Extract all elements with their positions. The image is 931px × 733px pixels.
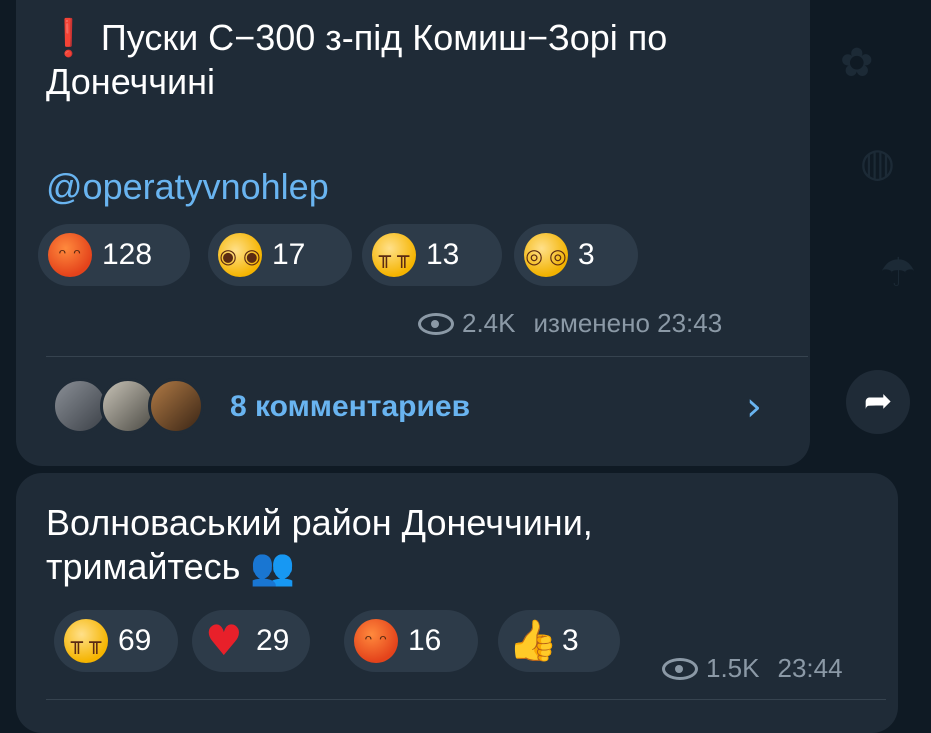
angry-face-icon: ᵔ ᵔ <box>354 619 398 663</box>
background-doodle: ◍ <box>860 140 895 186</box>
view-count: 1.5K <box>706 653 760 683</box>
reaction-count: 29 <box>256 624 290 657</box>
reaction-count: 3 <box>578 238 595 271</box>
reaction-count: 13 <box>426 238 460 271</box>
message-bubble[interactable]: Волноваський район Донеччини, тримайтесь… <box>16 473 898 733</box>
background-doodle: ✿ <box>840 40 874 86</box>
background-doodle: ☂ <box>880 250 916 296</box>
divider <box>46 699 886 700</box>
exploding-head-icon: ◉ ◉ <box>218 233 262 277</box>
message-meta: 2.4K изменено 23:43 <box>418 308 722 339</box>
crying-face-icon: ╥ ╥ <box>372 233 416 277</box>
reaction-screaming[interactable]: ◎ ◎ 3 <box>514 224 638 286</box>
reaction-count: 17 <box>272 238 306 271</box>
eye-icon <box>418 312 454 335</box>
timestamp: 23:44 <box>777 653 843 683</box>
reaction-count: 69 <box>118 624 152 657</box>
reaction-count: 16 <box>408 624 442 657</box>
message-bubble[interactable]: ❗ Пуски С−300 з-під Комиш−Зорі по Донечч… <box>16 0 810 466</box>
reaction-exploding-head[interactable]: ◉ ◉ 17 <box>208 224 352 286</box>
message-text-line: тримайтесь <box>46 546 241 587</box>
message-text-line: Донеччині <box>46 61 216 102</box>
reaction-thumbs-up[interactable]: 👍 3 <box>498 610 620 672</box>
edited-timestamp: изменено 23:43 <box>533 308 723 338</box>
people-hugging-icon: 👥 <box>250 547 296 588</box>
avatar <box>148 378 204 434</box>
message-text: Волноваський район Донеччини, тримайтесь… <box>46 501 593 590</box>
reaction-angry[interactable]: ᵔ ᵔ 128 <box>38 224 190 286</box>
reaction-count: 3 <box>562 624 579 657</box>
reaction-crying[interactable]: ╥ ╥ 69 <box>54 610 178 672</box>
message-text-line: Пуски С−300 з-під Комиш−Зорі по <box>100 17 668 58</box>
divider <box>46 356 808 357</box>
thumbs-up-icon: 👍 <box>508 618 558 664</box>
message-text: ❗ Пуски С−300 з-під Комиш−Зорі по Донечч… <box>46 16 667 104</box>
reaction-crying[interactable]: ╥ ╥ 13 <box>362 224 502 286</box>
red-heart-icon: ♥ <box>205 616 243 665</box>
reaction-count: 128 <box>102 238 153 271</box>
reaction-angry[interactable]: ᵔ ᵔ 16 <box>344 610 478 672</box>
comments-link[interactable]: 8 комментариев <box>230 390 470 424</box>
reaction-heart[interactable]: ♥ 29 <box>192 610 310 672</box>
exclamation-icon: ❗ <box>46 17 91 58</box>
screaming-face-icon: ◎ ◎ <box>524 233 568 277</box>
crying-face-icon: ╥ ╥ <box>64 619 108 663</box>
angry-face-icon: ᵔ ᵔ <box>48 233 92 277</box>
view-count: 2.4K <box>462 308 516 338</box>
chevron-right-icon[interactable]: › <box>746 384 762 430</box>
eye-icon <box>662 657 698 680</box>
message-meta: 1.5K 23:44 <box>662 653 843 684</box>
message-text-line: Волноваський район Донеччини, <box>46 502 593 543</box>
channel-mention-link[interactable]: @operatyvnohlep <box>46 166 329 208</box>
share-icon[interactable]: ➦ <box>846 370 910 434</box>
